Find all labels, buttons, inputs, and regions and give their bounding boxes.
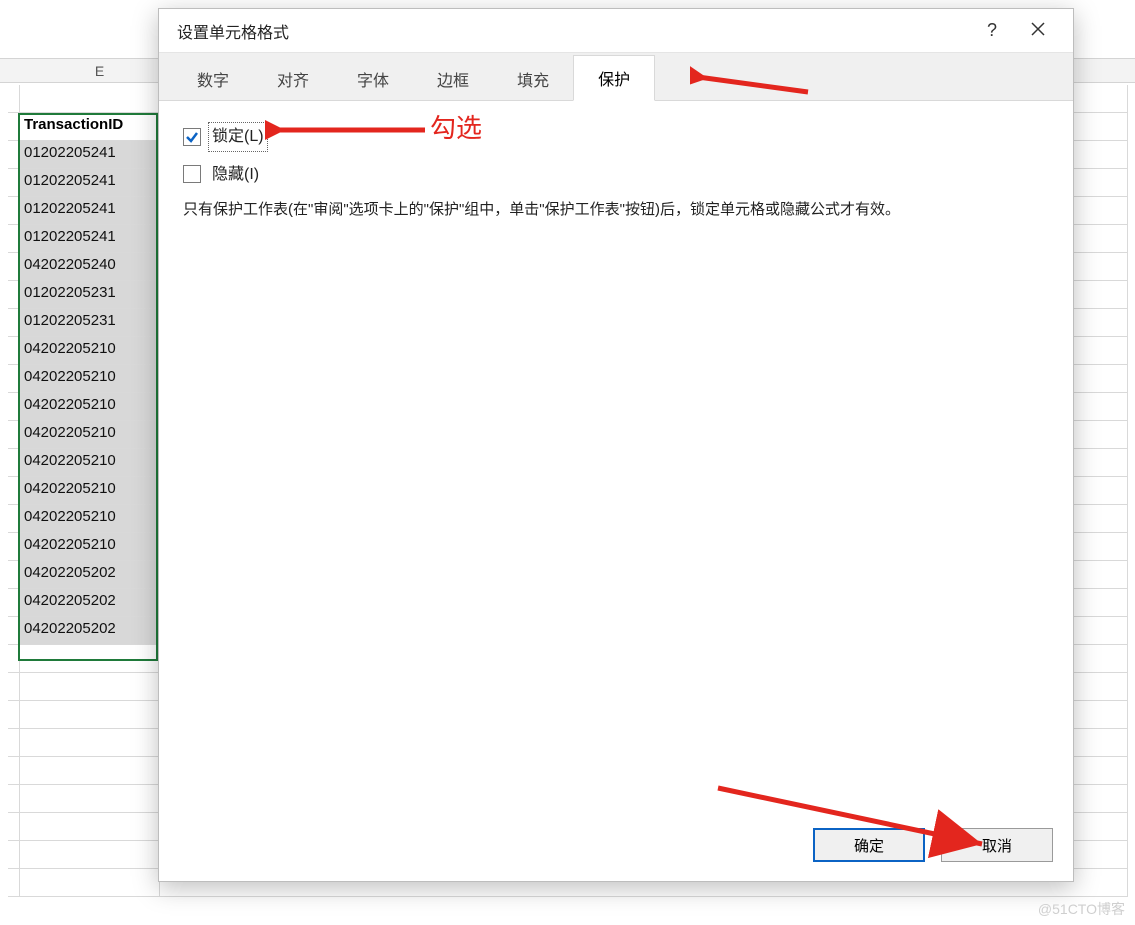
cell[interactable]: 04202205202 [20, 561, 160, 589]
cell[interactable]: 01202205231 [20, 281, 160, 309]
tab-number[interactable]: 数字 [173, 57, 253, 101]
cancel-button[interactable]: 取消 [941, 828, 1053, 862]
watermark: @51CTO博客 [1038, 899, 1125, 919]
tab-fill[interactable]: 填充 [493, 57, 573, 101]
annotation-check-label: 勾选 [430, 108, 482, 145]
close-icon [1031, 22, 1045, 39]
cell[interactable]: 01202205231 [20, 309, 160, 337]
cell-header[interactable]: TransactionID [20, 113, 160, 141]
tab-border[interactable]: 边框 [413, 57, 493, 101]
cell[interactable] [20, 85, 160, 113]
dialog-titlebar[interactable]: 设置单元格格式 ? [159, 9, 1073, 53]
cell[interactable]: 04202205202 [20, 589, 160, 617]
tab-font[interactable]: 字体 [333, 57, 413, 101]
dialog-footer: 确定 取消 [159, 821, 1073, 881]
tab-strip: 数字 对齐 字体 边框 填充 保护 [159, 53, 1073, 101]
dialog-body: 锁定(L) 隐藏(I) 只有保护工作表(在"审阅"选项卡上的"保护"组中，单击"… [159, 101, 1073, 821]
cell[interactable]: 04202205210 [20, 449, 160, 477]
ok-button[interactable]: 确定 [813, 828, 925, 862]
tab-alignment[interactable]: 对齐 [253, 57, 333, 101]
locked-label: 锁定(L) [209, 123, 267, 151]
cell[interactable]: 04202205210 [20, 421, 160, 449]
cell[interactable]: 04202205240 [20, 253, 160, 281]
hidden-row[interactable]: 隐藏(I) [183, 161, 1049, 189]
cell[interactable]: 04202205210 [20, 477, 160, 505]
cell[interactable]: 04202205210 [20, 337, 160, 365]
hidden-label: 隐藏(I) [209, 161, 262, 189]
locked-checkbox[interactable] [183, 128, 201, 146]
cell[interactable]: 01202205241 [20, 197, 160, 225]
cell[interactable]: 04202205210 [20, 505, 160, 533]
format-cells-dialog: 设置单元格格式 ? 数字 对齐 字体 边框 填充 保护 锁定(L) 隐藏(I) … [158, 8, 1074, 882]
cell[interactable]: 04202205210 [20, 393, 160, 421]
locked-row[interactable]: 锁定(L) [183, 123, 1049, 151]
hidden-checkbox[interactable] [183, 165, 201, 183]
cell[interactable]: 01202205241 [20, 169, 160, 197]
help-button[interactable]: ? [969, 14, 1015, 48]
cell[interactable]: 04202205202 [20, 617, 160, 645]
cell[interactable]: 01202205241 [20, 141, 160, 169]
cell[interactable]: 04202205210 [20, 365, 160, 393]
dialog-title: 设置单元格格式 [177, 19, 969, 43]
protection-hint: 只有保护工作表(在"审阅"选项卡上的"保护"组中，单击"保护工作表"按钮)后，锁… [183, 198, 1049, 222]
tab-protection[interactable]: 保护 [573, 55, 655, 101]
cell[interactable]: 01202205241 [20, 225, 160, 253]
close-button[interactable] [1015, 14, 1061, 48]
cell[interactable]: 04202205210 [20, 533, 160, 561]
